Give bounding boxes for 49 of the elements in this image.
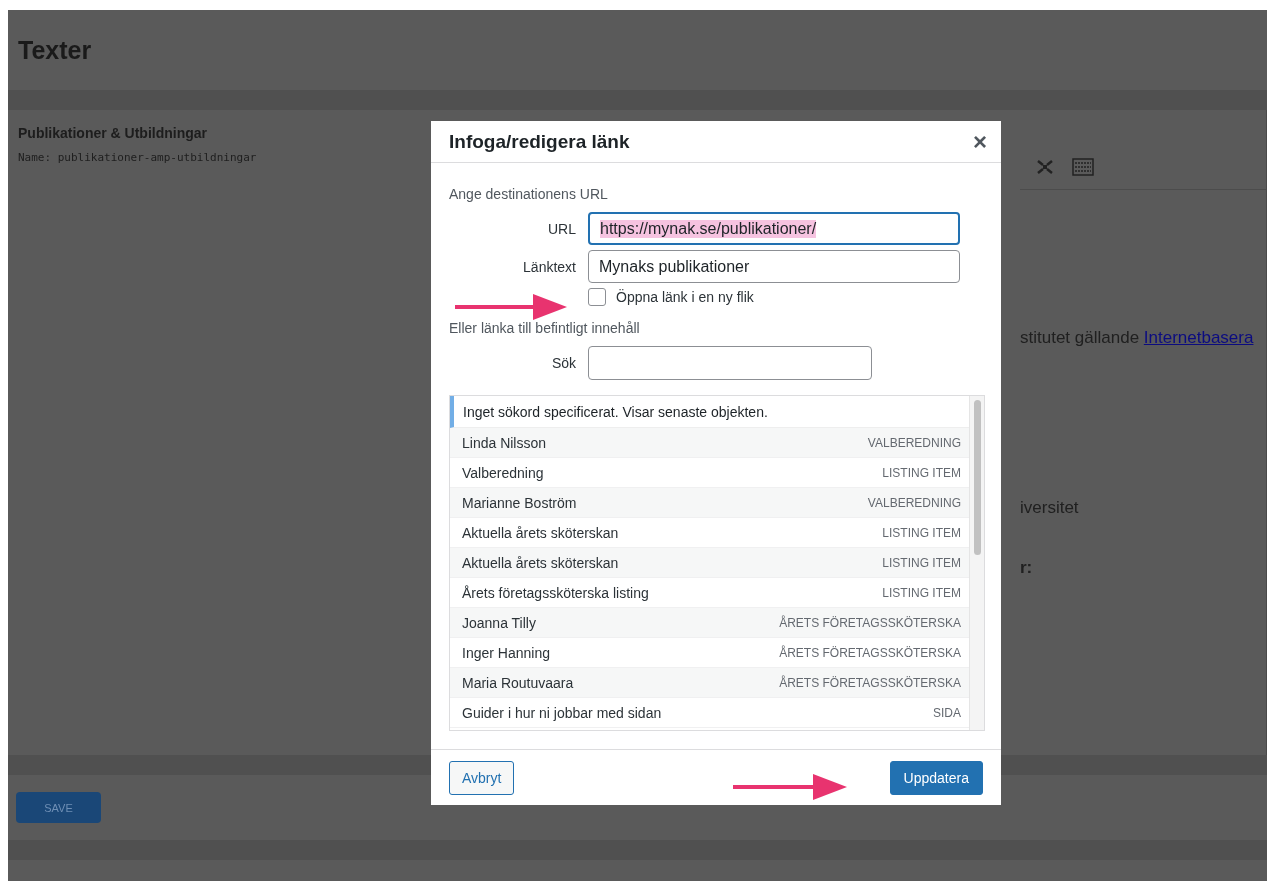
field-label: URL [547,220,576,237]
result-item[interactable]: Maria Routuvaara ÅRETS FÖRETAGSSKÖTERSKA [450,668,969,698]
keyboard-icon[interactable] [1072,158,1094,176]
result-title: Inger Hanning [462,644,550,661]
editor-paragraph: iversitet [1020,498,1080,518]
result-title: Valberedning [462,464,544,481]
result-type: ÅRETS FÖRETAGSSKÖTERSKA [779,645,961,660]
result-type: ÅRETS FÖRETAGSSKÖTERSKA [779,675,961,690]
cancel-button[interactable]: Avbryt [449,760,515,795]
close-button[interactable]: × [973,127,987,156]
result-item[interactable]: Marianne Boström VALBEREDNING [450,488,969,518]
field-name: Name: publikationer-amp-utbildningar [18,151,258,164]
result-type: SIDA [933,705,961,720]
result-title: Marianne Boström [462,494,577,511]
url-field[interactable]: https://mynak.se/publikationer/ [588,212,960,245]
page-title: Texter [18,35,92,65]
result-type: LISTING ITEM [882,555,961,570]
result-item[interactable]: Guider i hur ni jobbar med sidan SIDA [450,698,969,728]
result-title: Joanna Tilly [462,614,536,631]
dialog-title: Infoga/redigera länk [449,130,630,153]
link-text-field[interactable]: Mynaks publikationer [588,250,960,283]
checkbox[interactable] [588,288,606,306]
result-title: Aktuella årets sköterskan [462,524,619,541]
result-title: Maria Routuvaara [462,674,574,691]
result-type: LISTING ITEM [882,465,961,480]
result-type: VALBEREDNING [867,435,961,450]
field-label: Sök [550,355,576,371]
editor-heading: r: [1020,558,1034,578]
search-field[interactable] [588,346,872,380]
editor-paragraph: stitutet gällande Internetbasera [1020,328,1255,348]
result-title: Linda Nilsson [462,434,547,451]
result-title: Årets företagssköterska listing [462,584,649,601]
result-item[interactable]: Joanna Tilly ÅRETS FÖRETAGSSKÖTERSKA [450,608,969,638]
section-heading: Ange destinationens URL [449,186,609,202]
result-type: LISTING ITEM [882,585,961,600]
field-label: Länktext [522,258,576,275]
result-type: ÅRETS FÖRETAGSSKÖTERSKA [779,615,961,630]
fullscreen-icon[interactable] [1036,159,1054,175]
section-heading: Eller länka till befintligt innehåll [449,320,641,336]
result-title: Aktuella årets sköterskan [462,554,619,571]
scrollbar[interactable] [973,400,981,555]
result-item[interactable]: Aktuella årets sköterskan LISTING ITEM [450,548,969,578]
result-type: LISTING ITEM [882,525,961,540]
field-label: Publikationer & Utbildningar [18,125,208,141]
result-item[interactable]: Linda Nilsson VALBEREDNING [450,428,969,458]
result-type: VALBEREDNING [867,495,961,510]
checkbox-label: Öppna länk i en ny flik [616,289,754,305]
update-button[interactable]: Uppdatera [889,760,983,795]
result-title: Guider i hur ni jobbar med sidan [462,704,662,721]
